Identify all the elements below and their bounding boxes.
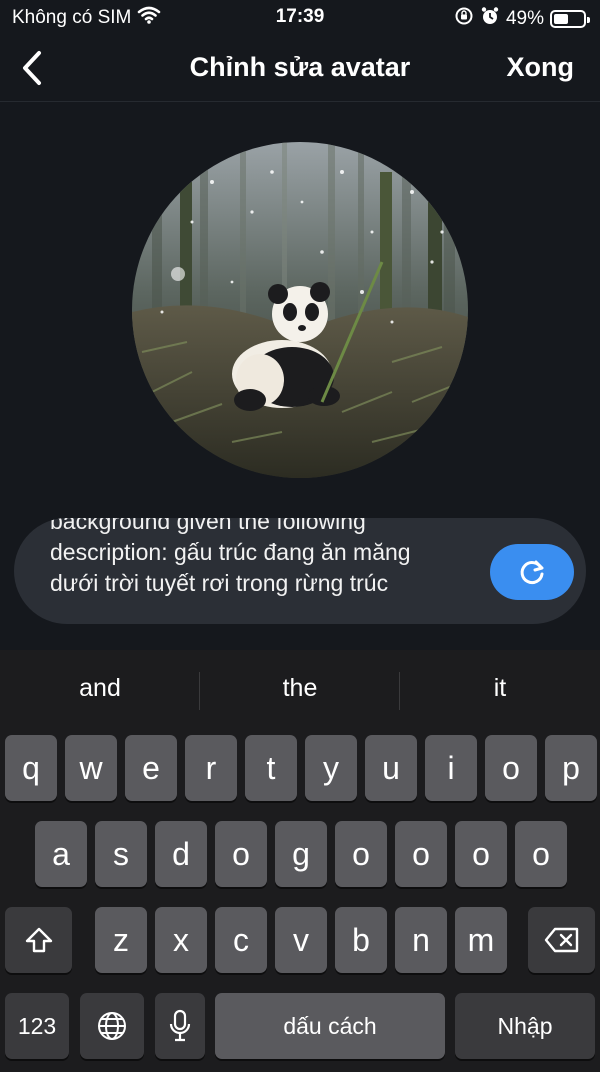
key-c[interactable]: c bbox=[215, 907, 267, 973]
key-m[interactable]: m bbox=[455, 907, 507, 973]
panda-bamboo-image bbox=[132, 142, 468, 478]
microphone-key[interactable] bbox=[155, 993, 205, 1059]
key-b[interactable]: b bbox=[335, 907, 387, 973]
battery-level bbox=[554, 14, 568, 24]
suggestion-3[interactable]: it bbox=[400, 674, 600, 703]
shift-key[interactable] bbox=[5, 907, 72, 973]
battery-percent: 49% bbox=[505, 8, 544, 29]
keyboard: and the it q w e r t y u i o p a s d o g… bbox=[0, 650, 600, 1072]
return-key[interactable]: Nhập bbox=[455, 993, 595, 1059]
prompt-input[interactable]: background given the following descripti… bbox=[14, 518, 586, 624]
nav-bar: Chỉnh sửa avatar Xong bbox=[0, 34, 600, 102]
key-w[interactable]: w bbox=[65, 735, 117, 801]
numbers-key[interactable]: 123 bbox=[5, 993, 69, 1059]
avatar-preview bbox=[132, 142, 468, 478]
key-p[interactable]: p bbox=[545, 735, 597, 801]
suggestion-2[interactable]: the bbox=[200, 674, 400, 703]
backspace-icon bbox=[544, 927, 578, 953]
regenerate-button[interactable] bbox=[490, 544, 574, 600]
key-h[interactable]: o bbox=[335, 821, 387, 887]
suggestion-1[interactable]: and bbox=[0, 674, 200, 703]
space-key[interactable]: dấu cách bbox=[215, 993, 445, 1059]
key-l[interactable]: o bbox=[515, 821, 567, 887]
key-r[interactable]: r bbox=[185, 735, 237, 801]
key-a[interactable]: a bbox=[35, 821, 87, 887]
key-d[interactable]: d bbox=[155, 821, 207, 887]
prompt-text[interactable]: background given the following descripti… bbox=[50, 518, 470, 599]
orientation-lock-icon bbox=[454, 6, 474, 32]
key-i[interactable]: i bbox=[425, 735, 477, 801]
status-bar: Không có SIM 17:39 49% bbox=[0, 0, 600, 34]
key-y[interactable]: y bbox=[305, 735, 357, 801]
key-t[interactable]: t bbox=[245, 735, 297, 801]
shift-icon bbox=[25, 927, 52, 953]
backspace-key[interactable] bbox=[528, 907, 595, 973]
key-e[interactable]: e bbox=[125, 735, 177, 801]
key-g[interactable]: g bbox=[275, 821, 327, 887]
key-q[interactable]: q bbox=[5, 735, 57, 801]
key-x[interactable]: x bbox=[155, 907, 207, 973]
key-v[interactable]: v bbox=[275, 907, 327, 973]
key-k[interactable]: o bbox=[455, 821, 507, 887]
key-o[interactable]: o bbox=[485, 735, 537, 801]
suggestion-bar: and the it bbox=[0, 650, 600, 734]
globe-key[interactable] bbox=[80, 993, 144, 1059]
key-j[interactable]: o bbox=[395, 821, 447, 887]
key-s[interactable]: s bbox=[95, 821, 147, 887]
microphone-icon bbox=[169, 1009, 191, 1042]
globe-icon bbox=[98, 1012, 126, 1040]
alarm-icon bbox=[480, 6, 500, 32]
nav-divider bbox=[0, 101, 600, 102]
done-button[interactable]: Xong bbox=[507, 52, 575, 83]
battery-icon bbox=[550, 10, 590, 28]
key-u[interactable]: u bbox=[365, 735, 417, 801]
key-f[interactable]: o bbox=[215, 821, 267, 887]
key-z[interactable]: z bbox=[95, 907, 147, 973]
status-right: 49% bbox=[454, 6, 590, 32]
refresh-icon bbox=[520, 560, 544, 584]
key-n[interactable]: n bbox=[395, 907, 447, 973]
